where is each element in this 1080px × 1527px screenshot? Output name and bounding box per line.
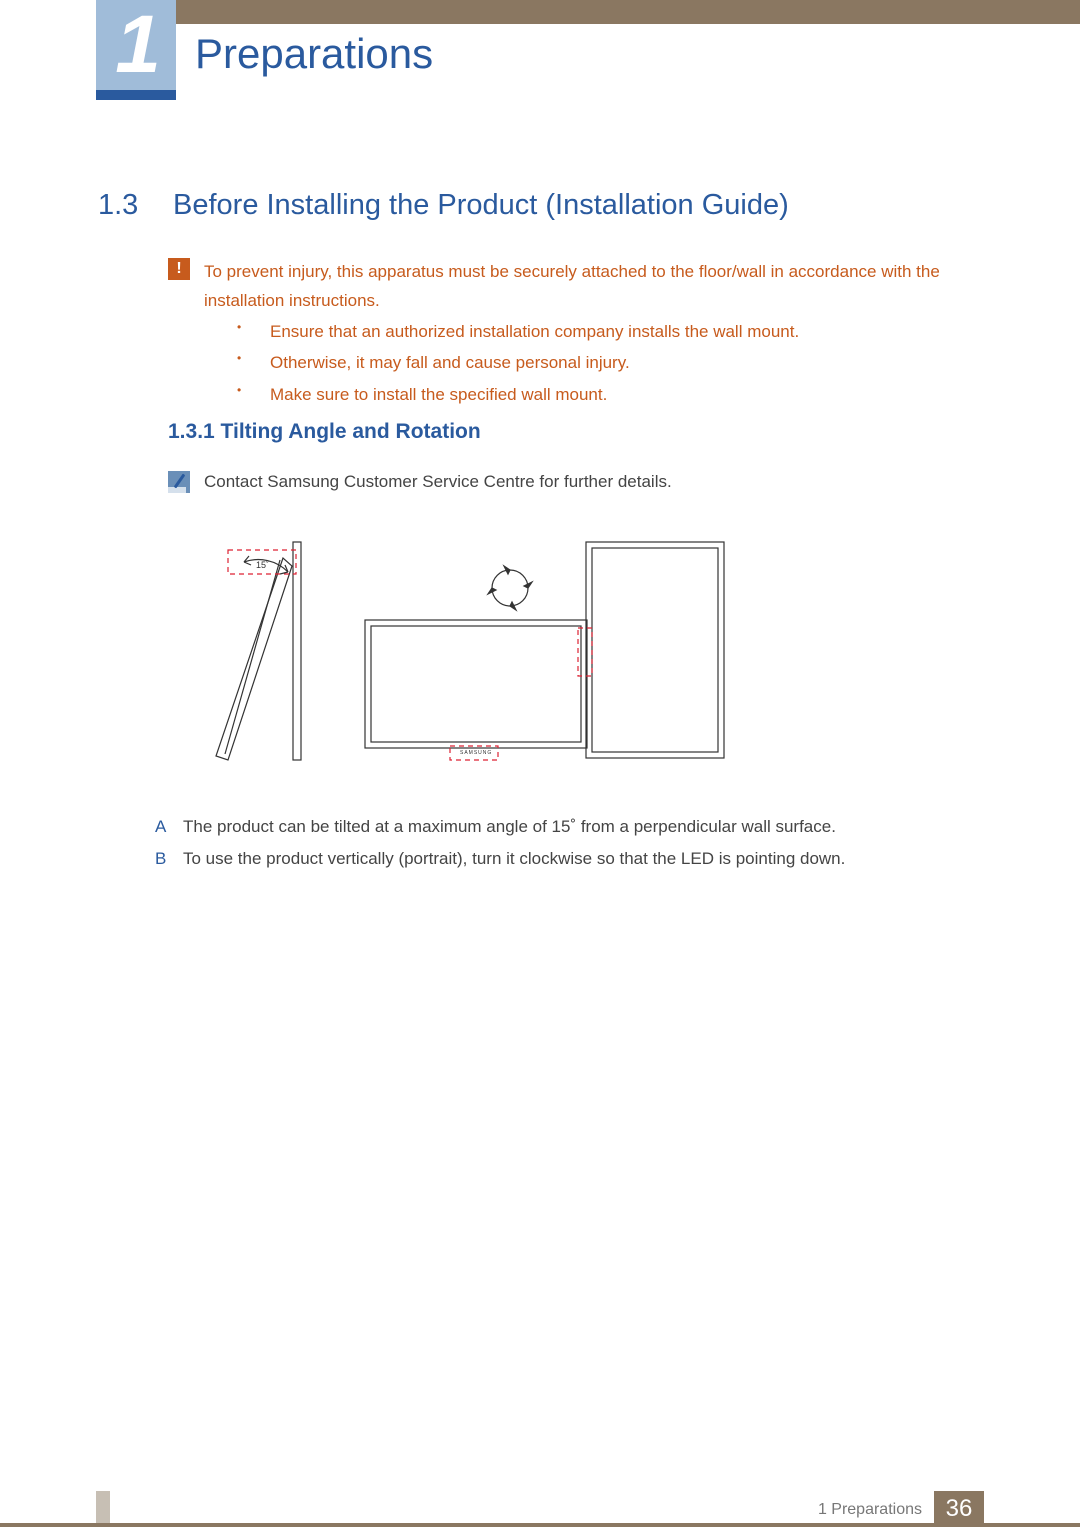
note-icon <box>168 471 190 493</box>
footer-breadcrumb: 1 Preparations <box>818 1501 922 1519</box>
chapter-number: 1 <box>115 4 157 86</box>
legend-letter: B <box>155 843 183 875</box>
legend-row-a: A The product can be tilted at a maximum… <box>155 811 970 843</box>
legend-letter: A <box>155 811 183 843</box>
tilt-angle-label: 15˚ <box>256 560 269 570</box>
chapter-number-tab: 1 <box>96 0 176 100</box>
caution-icon: ! <box>168 258 190 280</box>
page-number: 36 <box>946 1495 973 1523</box>
section-title: Before Installing the Product (Installat… <box>173 189 789 222</box>
subsection-heading: 1.3.1 Tilting Angle and Rotation <box>168 420 481 444</box>
footer-left-accent <box>96 1491 110 1527</box>
note-text: Contact Samsung Customer Service Centre … <box>204 472 672 492</box>
legend-text: The product can be tilted at a maximum a… <box>183 811 836 843</box>
footer-accent-bar <box>0 1523 1080 1527</box>
section-number: 1.3 <box>98 189 138 222</box>
legend-text: To use the product vertically (portrait)… <box>183 843 845 875</box>
footer-page-block: 36 <box>934 1491 984 1527</box>
caution-bullet: Otherwise, it may fall and cause persona… <box>270 347 970 378</box>
caution-bullet: Ensure that an authorized installation c… <box>270 316 970 347</box>
brand-label: SAMSUNG <box>460 750 492 756</box>
caution-bullet-list: Ensure that an authorized installation c… <box>237 316 970 410</box>
legend-row-b: B To use the product vertically (portrai… <box>155 843 970 875</box>
caution-intro: To prevent injury, this apparatus must b… <box>204 258 970 316</box>
top-accent-bar <box>96 0 1080 24</box>
chapter-title: Preparations <box>195 30 433 78</box>
caution-bullet: Make sure to install the specified wall … <box>270 379 970 410</box>
legend: A The product can be tilted at a maximum… <box>155 811 970 876</box>
tilting-rotation-diagram: 15˚ SAMSUNG <box>170 532 730 772</box>
